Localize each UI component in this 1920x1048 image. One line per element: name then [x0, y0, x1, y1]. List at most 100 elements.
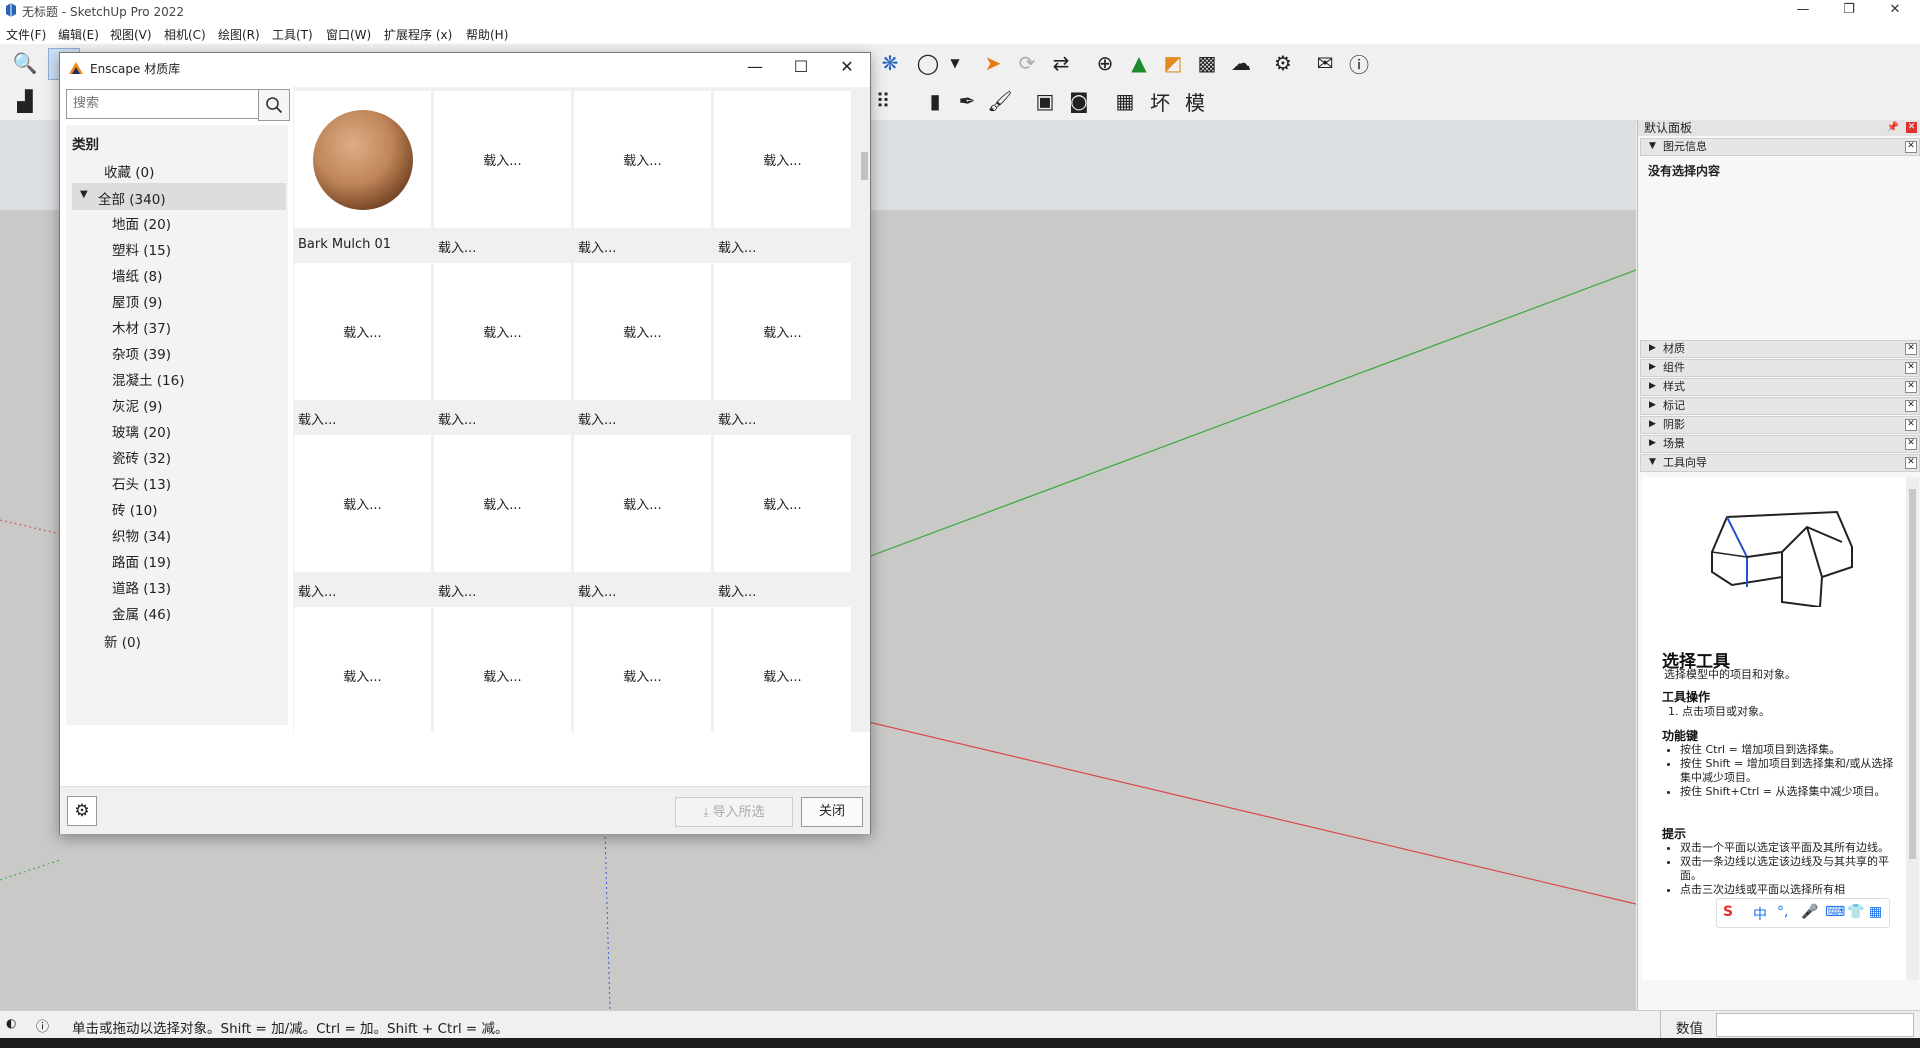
- dialog-close-icon[interactable]: ✕: [824, 53, 870, 83]
- menu-window[interactable]: 窗口(W): [326, 26, 371, 43]
- category-item[interactable]: 混凝土 (16): [112, 369, 185, 389]
- category-item[interactable]: 地面 (20): [112, 213, 171, 233]
- panel-close-icon[interactable]: ✕: [1905, 438, 1917, 450]
- instructor-scrollbar[interactable]: [1906, 477, 1919, 980]
- panel-close-icon[interactable]: ✕: [1905, 141, 1917, 153]
- material-card[interactable]: 载入...: [294, 263, 431, 400]
- keyboard-icon[interactable]: ⌨: [1825, 904, 1845, 920]
- category-item[interactable]: 路面 (19): [112, 551, 171, 571]
- material-card[interactable]: 载入...: [574, 607, 711, 732]
- minimize-button[interactable]: —: [1780, 0, 1826, 22]
- material-card[interactable]: [294, 91, 431, 228]
- settings-icon[interactable]: ⚙: [1268, 48, 1298, 78]
- ime-menu-icon[interactable]: ▦: [1869, 904, 1882, 920]
- import-selected-button[interactable]: ⤓ 导入所选: [675, 797, 793, 827]
- category-item[interactable]: 道路 (13): [112, 577, 171, 597]
- category-item[interactable]: 织物 (34): [112, 525, 171, 545]
- menu-camera[interactable]: 相机(C): [164, 26, 206, 43]
- dialog-maximize-button[interactable]: ☐: [778, 53, 824, 83]
- panel-components[interactable]: ▶ 组件 ✕: [1640, 359, 1920, 377]
- settings-button[interactable]: ⚙: [67, 796, 97, 826]
- table-icon[interactable]: ▦: [1110, 86, 1140, 116]
- panel-entity-info[interactable]: ▼ 图元信息 ✕: [1640, 138, 1920, 156]
- info-icon[interactable]: ⓘ: [1344, 48, 1374, 78]
- restore-button[interactable]: ❐: [1826, 0, 1872, 22]
- enscape-views-icon[interactable]: ⇄: [1046, 48, 1076, 78]
- ime-punct-icon[interactable]: °,: [1777, 904, 1788, 920]
- panel-close-icon[interactable]: ✕: [1905, 457, 1917, 469]
- menu-tools[interactable]: 工具(T): [272, 26, 313, 43]
- panel-styles[interactable]: ▶ 样式 ✕: [1640, 378, 1920, 396]
- close-app-button[interactable]: ✕: [1872, 0, 1918, 22]
- mail-icon[interactable]: ✉: [1310, 48, 1340, 78]
- panel-close-icon[interactable]: ✕: [1905, 400, 1917, 412]
- material-card[interactable]: 载入...: [434, 607, 571, 732]
- dialog-minimize-button[interactable]: —: [732, 53, 778, 83]
- skin-icon[interactable]: 👕: [1847, 904, 1864, 920]
- geo-icon[interactable]: ◐: [6, 1016, 16, 1030]
- enscape-start-icon[interactable]: ➤: [978, 48, 1008, 78]
- dotgrid-icon[interactable]: ⠿: [868, 86, 898, 116]
- material-card[interactable]: 载入...: [574, 435, 711, 572]
- search-button[interactable]: [258, 89, 290, 121]
- category-item[interactable]: 屋顶 (9): [112, 291, 162, 311]
- material-card[interactable]: 载入...: [294, 607, 431, 732]
- model-char-icon[interactable]: 模: [1180, 86, 1210, 116]
- component-icon[interactable]: ▣: [1030, 86, 1060, 116]
- menu-extensions[interactable]: 扩展程序 (x): [384, 26, 452, 43]
- tray-close-icon[interactable]: ✕: [1906, 122, 1917, 133]
- add-icon[interactable]: ⊕: [1090, 48, 1120, 78]
- panel-instructor[interactable]: ▼ 工具向导 ✕: [1640, 454, 1920, 472]
- menu-draw[interactable]: 绘图(R): [218, 26, 260, 43]
- menu-help[interactable]: 帮助(H): [466, 26, 508, 43]
- category-favorites[interactable]: 收藏 (0): [104, 161, 154, 181]
- material-card[interactable]: 载入...: [434, 263, 571, 400]
- panel-scenes[interactable]: ▶ 场景 ✕: [1640, 435, 1920, 453]
- account-icon[interactable]: ◯: [913, 48, 943, 78]
- component-edit-icon[interactable]: ◙: [1064, 86, 1094, 116]
- menu-file[interactable]: 文件(F): [6, 26, 46, 43]
- asset-library-icon[interactable]: ▲: [1124, 48, 1154, 78]
- measurements-input[interactable]: [1716, 1013, 1914, 1037]
- material-card[interactable]: 载入...: [434, 91, 571, 228]
- panel-close-icon[interactable]: ✕: [1905, 362, 1917, 374]
- microphone-icon[interactable]: 🎤: [1801, 904, 1818, 920]
- panel-close-icon[interactable]: ✕: [1905, 419, 1917, 431]
- category-item[interactable]: 杂项 (39): [112, 343, 171, 363]
- enscape-sync-icon[interactable]: ⟳: [1012, 48, 1042, 78]
- material-icon[interactable]: ◩: [1158, 48, 1188, 78]
- scroll-thumb[interactable]: [861, 152, 868, 180]
- panel-shadows[interactable]: ▶ 阴影 ✕: [1640, 416, 1920, 434]
- category-new[interactable]: 新 (0): [104, 631, 141, 651]
- ime-toolbar[interactable]: S 中 °, 🎤 ⌨ 👕 ▦: [1716, 898, 1890, 928]
- wind-icon[interactable]: ❋: [875, 48, 905, 78]
- bad-char-icon[interactable]: 坏: [1145, 86, 1175, 116]
- category-all-row[interactable]: ▼ 全部 (340): [72, 183, 286, 210]
- stairs-icon[interactable]: ▟: [10, 86, 40, 116]
- brush-icon[interactable]: 🖌: [985, 86, 1015, 116]
- category-item[interactable]: 金属 (46): [112, 603, 171, 623]
- material-card[interactable]: 载入...: [714, 91, 851, 228]
- material-card[interactable]: 载入...: [294, 435, 431, 572]
- pin-icon[interactable]: 📌: [1887, 120, 1899, 136]
- panel-materials[interactable]: ▶ 材质 ✕: [1640, 340, 1920, 358]
- close-button[interactable]: 关闭: [801, 797, 863, 827]
- material-card[interactable]: 载入...: [574, 263, 711, 400]
- material-card[interactable]: 载入...: [434, 435, 571, 572]
- category-item[interactable]: 瓷砖 (32): [112, 447, 171, 467]
- panel-close-icon[interactable]: ✕: [1905, 381, 1917, 393]
- material-card[interactable]: 载入...: [714, 607, 851, 732]
- category-item[interactable]: 灰泥 (9): [112, 395, 162, 415]
- sogou-icon[interactable]: S: [1723, 904, 1733, 920]
- scroll-thumb[interactable]: [1909, 489, 1916, 859]
- menu-view[interactable]: 视图(V): [110, 26, 152, 43]
- help-info-icon[interactable]: ⓘ: [36, 1016, 49, 1035]
- material-card[interactable]: 载入...: [714, 263, 851, 400]
- material-card[interactable]: 载入...: [714, 435, 851, 572]
- ime-chinese-icon[interactable]: 中: [1753, 904, 1767, 924]
- chip-icon[interactable]: ▮: [920, 86, 950, 116]
- chevron-down-icon[interactable]: ▼: [940, 48, 970, 78]
- pen-icon[interactable]: ✒: [952, 86, 982, 116]
- category-item[interactable]: 石头 (13): [112, 473, 171, 493]
- panel-close-icon[interactable]: ✕: [1905, 343, 1917, 355]
